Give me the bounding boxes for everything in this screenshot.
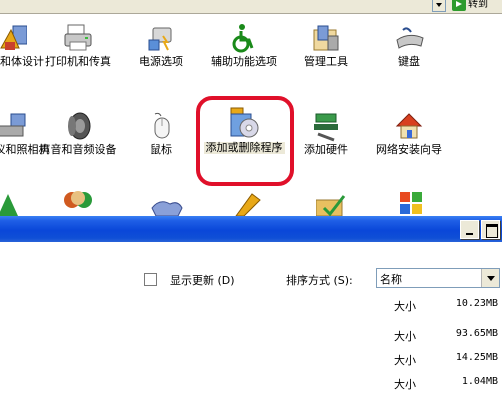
cp-item-admin-tools[interactable]: 管理工具 (285, 22, 367, 68)
mouse-icon (154, 112, 170, 139)
cp-item-accessibility[interactable]: 辅助功能选项 (203, 22, 285, 68)
maximize-button[interactable] (481, 220, 500, 239)
go-arrow-icon (452, 0, 466, 11)
speaker-icon (68, 112, 91, 140)
size-label: 大小 (394, 330, 416, 343)
pencil-icon (235, 193, 261, 216)
printer-icon (64, 24, 92, 51)
cp-item-mouse[interactable]: 鼠标 (120, 110, 202, 156)
program-row[interactable]: 大小 10.23MB (0, 294, 502, 316)
address-dropdown-button[interactable] (432, 0, 446, 12)
cp-item-keyboard[interactable]: 键盘 (368, 22, 450, 68)
size-value: 14.25MB (455, 352, 498, 363)
go-label: 转到 (468, 0, 488, 10)
size-label: 大小 (394, 378, 416, 391)
cp-item-printers[interactable]: 打印机和传真 (37, 22, 119, 68)
show-updates-checkbox[interactable] (144, 273, 157, 286)
control-panel: 转到 显示和体设计 打印机和传真 电源选项 (0, 0, 502, 216)
power-icon (148, 27, 172, 51)
cp-item-power[interactable]: 电源选项 (120, 22, 202, 68)
options-bar: 显示更新 (D) 排序方式 (S): 名称 (0, 242, 502, 292)
windows-flag-icon (400, 192, 422, 214)
highlight-ring (196, 96, 294, 186)
size-value: 10.23MB (455, 298, 498, 309)
users-icon (64, 191, 92, 208)
display-icon (0, 25, 27, 50)
size-value: 1.04MB (461, 376, 498, 387)
sort-value: 名称 (380, 273, 402, 286)
window-titlebar[interactable] (0, 216, 502, 242)
program-row[interactable]: 大小 1.04MB (0, 372, 502, 394)
cp-item-network-wizard[interactable]: 网络安装向导 (368, 110, 450, 156)
keyboard-icon (396, 27, 424, 49)
show-updates-label: 显示更新 (D) (170, 274, 235, 287)
program-row[interactable]: 大小 14.25MB (0, 348, 502, 370)
address-bar: 转到 (0, 0, 502, 14)
cp-item-sounds[interactable]: 声音和音频设备 (37, 110, 119, 156)
program-list: 大小 10.23MB 大小 93.65MB 大小 14.25MB 大小 1.04… (0, 292, 502, 402)
size-label: 大小 (394, 300, 416, 313)
folder-check-icon (316, 195, 346, 216)
network-wizard-icon (395, 113, 423, 139)
program-row[interactable]: 大小 93.65MB (0, 324, 502, 346)
go-button[interactable]: 转到 (452, 0, 502, 12)
accessibility-icon (232, 24, 254, 53)
scanner-icon (0, 113, 26, 137)
admin-tools-icon (313, 25, 339, 51)
cp-item-add-hardware[interactable]: 添加硬件 (285, 110, 367, 156)
sort-select[interactable]: 名称 (376, 268, 500, 288)
sort-by-label: 排序方式 (S): (286, 274, 353, 287)
game-controller-icon (151, 201, 183, 216)
size-value: 93.65MB (455, 328, 498, 339)
partial-tree-icon (0, 194, 18, 216)
add-hardware-icon (314, 113, 338, 142)
sort-dropdown-button[interactable] (481, 269, 499, 287)
size-label: 大小 (394, 354, 416, 367)
minimize-button[interactable] (460, 220, 479, 239)
